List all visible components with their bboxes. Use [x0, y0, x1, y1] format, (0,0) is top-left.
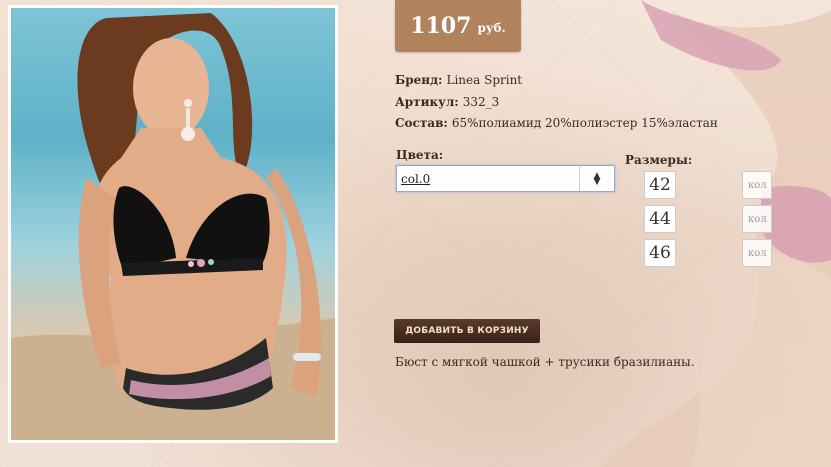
size-option-42[interactable]: 42 [644, 171, 676, 199]
brand-label: Бренд: [395, 73, 443, 87]
sku-label: Артикул: [395, 95, 459, 109]
sizes-label: Размеры: [625, 153, 693, 167]
composition-row: Состав: 65%полиамид 20%полиэстер 15%эласт… [395, 116, 718, 130]
brand-row: Бренд: Linea Sprint [395, 73, 522, 87]
sku-row: Артикул: 332_3 [395, 95, 499, 109]
model-illustration [11, 13, 335, 440]
colors-label: Цвета: [396, 148, 444, 162]
quantity-input-46[interactable]: кол [742, 239, 772, 267]
color-select-value: col.0 [401, 171, 431, 186]
price-value: 1107 [410, 13, 472, 39]
product-image[interactable] [11, 8, 335, 440]
composition-value: 65%полиамид 20%полиэстер 15%эластан [451, 116, 718, 130]
select-arrows-icon[interactable]: ▲ ▼ [579, 166, 614, 191]
composition-label: Состав: [395, 116, 448, 130]
price-badge: 1107 руб. [395, 0, 521, 52]
add-to-cart-button[interactable]: ДОБАВИТЬ В КОРЗИНУ [394, 319, 540, 343]
price-currency: руб. [477, 21, 506, 35]
quantity-input-44[interactable]: кол [742, 205, 772, 233]
size-option-44[interactable]: 44 [644, 205, 676, 233]
quantity-input-42[interactable]: кол [742, 171, 772, 199]
size-option-46[interactable]: 46 [644, 239, 676, 267]
product-description: Бюст с мягкой чашкой + трусики бразилиан… [395, 355, 695, 369]
background-model-image [601, 0, 831, 467]
brand-value: Linea Sprint [446, 73, 523, 87]
product-image-frame[interactable] [8, 5, 338, 443]
sku-value: 332_3 [462, 95, 500, 109]
color-select[interactable]: col.0 ▲ ▼ [396, 165, 615, 192]
